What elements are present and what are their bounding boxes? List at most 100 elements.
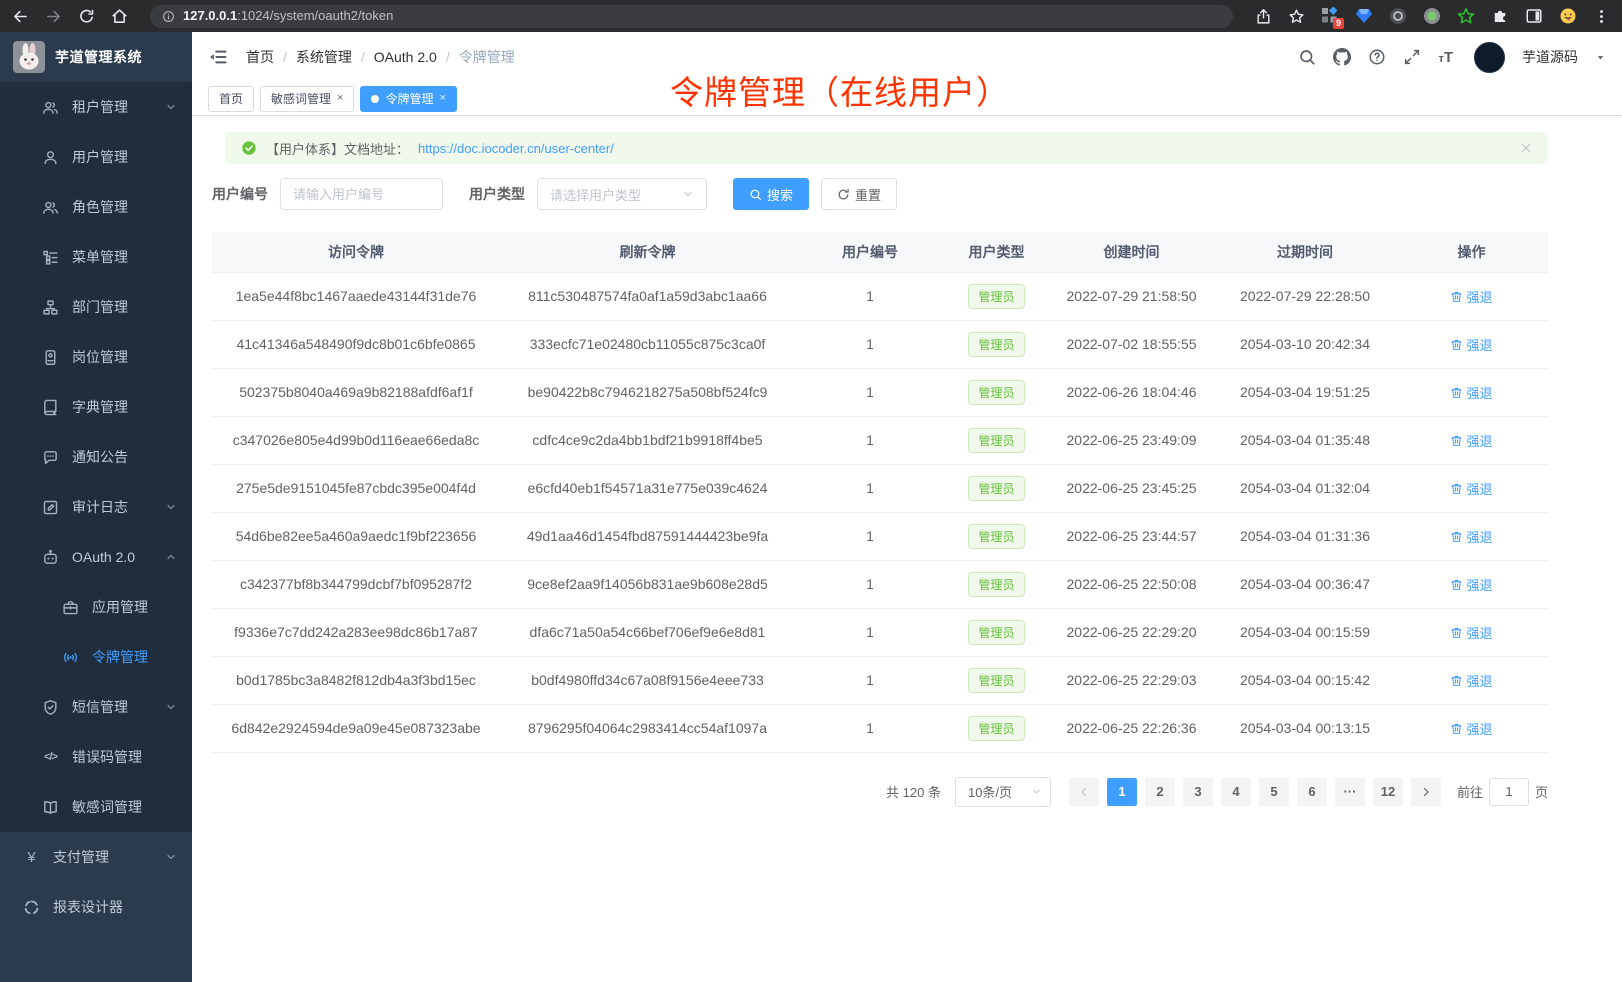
github-icon[interactable] <box>1333 48 1351 66</box>
sidebar-item-报表设计器[interactable]: 报表设计器 <box>0 882 192 932</box>
profile-emoji-avatar[interactable] <box>1559 7 1577 25</box>
page-button-1[interactable]: 1 <box>1107 778 1137 806</box>
url-host: 127.0.0.1 <box>183 8 237 23</box>
force-logout-button[interactable]: 强退 <box>1450 287 1492 306</box>
signal-icon <box>62 649 79 666</box>
chevron-down-icon <box>165 851 177 863</box>
sidebar-item-应用管理[interactable]: 应用管理 <box>0 582 192 632</box>
reset-button[interactable]: 重置 <box>821 178 897 210</box>
extension-dark-circle-icon[interactable] <box>1389 7 1407 25</box>
side-panel-icon[interactable] <box>1525 7 1543 25</box>
goto-label: 前往 <box>1457 782 1483 801</box>
prev-page-button[interactable] <box>1069 778 1099 806</box>
app-logo[interactable]: 芋道管理系统 <box>0 32 192 82</box>
action-cell: 强退 <box>1395 704 1548 752</box>
address-bar[interactable]: 127.0.0.1:1024/system/oauth2/token <box>150 5 1233 28</box>
tab-首页[interactable]: 首页 <box>208 86 254 112</box>
sidebar-item-OAuth 2.0[interactable]: OAuth 2.0 <box>0 532 192 582</box>
page-button-12[interactable]: 12 <box>1373 778 1403 806</box>
url-path: :1024/system/oauth2/token <box>237 8 393 23</box>
sidebar-item-令牌管理[interactable]: 令牌管理 <box>0 632 192 682</box>
force-logout-button[interactable]: 强退 <box>1450 431 1492 450</box>
alert-close-icon[interactable] <box>1520 142 1532 154</box>
alert-doc-link[interactable]: https://doc.iocoder.cn/user-center/ <box>418 141 614 156</box>
tab-敏感词管理[interactable]: 敏感词管理× <box>260 86 354 112</box>
table-row: c342377bf8b344799dcbf7bf095287f29ce8ef2a… <box>212 560 1548 608</box>
breadcrumb-item[interactable]: OAuth 2.0 <box>374 49 437 65</box>
sidebar-item-用户管理[interactable]: 用户管理 <box>0 132 192 182</box>
bookmark-star-icon[interactable] <box>1288 8 1305 25</box>
extension-puzzle-icon[interactable] <box>1491 7 1509 25</box>
browser-reload-button[interactable] <box>78 8 95 25</box>
chevron-down-icon <box>1031 786 1042 797</box>
force-logout-button[interactable]: 强退 <box>1450 383 1492 402</box>
sidebar-item-部门管理[interactable]: 部门管理 <box>0 282 192 332</box>
goto-page-input[interactable] <box>1489 778 1529 806</box>
page-button-2[interactable]: 2 <box>1145 778 1175 806</box>
created-time-cell: 2022-06-25 22:29:20 <box>1048 608 1215 656</box>
page-button-3[interactable]: 3 <box>1183 778 1213 806</box>
search-icon[interactable] <box>1298 48 1316 66</box>
sidebar-item-错误码管理[interactable]: </>错误码管理 <box>0 732 192 782</box>
sidebar-item-角色管理[interactable]: 角色管理 <box>0 182 192 232</box>
force-logout-button[interactable]: 强退 <box>1450 575 1492 594</box>
sidebar-item-岗位管理[interactable]: 岗位管理 <box>0 332 192 382</box>
extension-green-star-icon[interactable] <box>1457 7 1475 25</box>
browser-home-button[interactable] <box>111 8 128 25</box>
force-logout-button[interactable]: 强退 <box>1450 335 1492 354</box>
breadcrumb-item[interactable]: 首页 <box>246 47 274 67</box>
sidebar-item-label: 角色管理 <box>72 197 128 217</box>
page-ellipsis[interactable]: ··· <box>1335 778 1365 806</box>
sidebar-item-字典管理[interactable]: 字典管理 <box>0 382 192 432</box>
force-logout-button[interactable]: 强退 <box>1450 479 1492 498</box>
extension-blocks-icon[interactable]: 9 <box>1321 7 1339 25</box>
extension-green-dot-icon[interactable] <box>1423 7 1441 25</box>
page-size-select[interactable]: 10条/页 <box>955 777 1051 807</box>
user-avatar[interactable] <box>1474 42 1505 73</box>
browser-toolbar: 127.0.0.1:1024/system/oauth2/token 9 <box>0 0 1622 32</box>
page-number-list: 123456···12 <box>1107 778 1403 806</box>
tab-close-icon[interactable]: × <box>439 93 445 104</box>
force-logout-button[interactable]: 强退 <box>1450 527 1492 546</box>
page-button-6[interactable]: 6 <box>1297 778 1327 806</box>
sidebar-item-通知公告[interactable]: 通知公告 <box>0 432 192 482</box>
user-menu-caret-icon[interactable] <box>1595 52 1606 63</box>
sidebar-item-敏感词管理[interactable]: 敏感词管理 <box>0 782 192 832</box>
page-button-4[interactable]: 4 <box>1221 778 1251 806</box>
refresh-token-cell: be90422b8c7946218275a508bf524fc9 <box>500 368 795 416</box>
refresh-token-cell: 333ecfc71e02480cb11055c875c3ca0f <box>500 320 795 368</box>
sidebar-item-菜单管理[interactable]: 菜单管理 <box>0 232 192 282</box>
extension-gem-icon[interactable] <box>1355 7 1373 25</box>
sidebar-item-短信管理[interactable]: 短信管理 <box>0 682 192 732</box>
browser-back-button[interactable] <box>12 8 29 25</box>
org-tree-icon <box>42 299 59 316</box>
log-icon <box>42 499 59 516</box>
force-logout-button[interactable]: 强退 <box>1450 671 1492 690</box>
expire-time-cell: 2054-03-04 19:51:25 <box>1215 368 1395 416</box>
browser-menu-icon[interactable] <box>1593 8 1610 25</box>
sidebar-item-审计日志[interactable]: 审计日志 <box>0 482 192 532</box>
breadcrumb-item[interactable]: 系统管理 <box>296 47 352 67</box>
search-button[interactable]: 搜索 <box>733 178 809 210</box>
sidebar-toggle-icon[interactable] <box>208 47 228 67</box>
force-logout-button[interactable]: 强退 <box>1450 719 1492 738</box>
sidebar-item-租户管理[interactable]: 租户管理 <box>0 82 192 132</box>
font-size-icon[interactable]: тT <box>1438 49 1453 66</box>
robot-icon <box>42 549 59 566</box>
user-id-input[interactable] <box>280 178 443 210</box>
site-info-icon[interactable] <box>162 10 175 23</box>
force-logout-button[interactable]: 强退 <box>1450 623 1492 642</box>
id-badge-icon <box>42 349 59 366</box>
help-icon[interactable] <box>1368 48 1386 66</box>
browser-forward-button[interactable] <box>45 8 62 25</box>
tab-close-icon[interactable]: × <box>337 93 343 104</box>
user-id-cell: 1 <box>795 368 945 416</box>
next-page-button[interactable] <box>1411 778 1441 806</box>
page-button-5[interactable]: 5 <box>1259 778 1289 806</box>
tab-令牌管理[interactable]: 令牌管理× <box>360 86 456 112</box>
share-icon[interactable] <box>1255 8 1272 25</box>
sidebar-item-支付管理[interactable]: ¥支付管理 <box>0 832 192 882</box>
trash-icon <box>1450 290 1463 303</box>
user-type-select[interactable]: 请选择用户类型 <box>537 178 707 210</box>
fullscreen-icon[interactable] <box>1403 48 1421 66</box>
